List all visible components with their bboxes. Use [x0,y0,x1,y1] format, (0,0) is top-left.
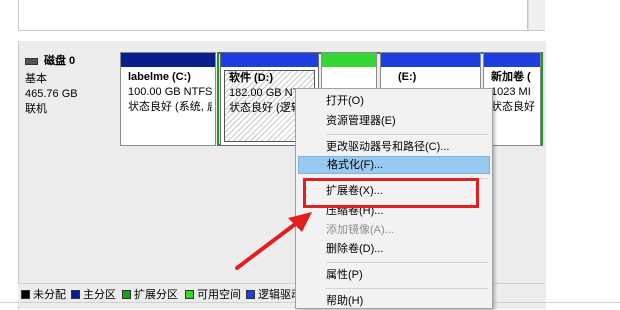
partition-size: 100.00 GB NTFS [128,86,212,98]
legend-unallocated: 未分配 [21,288,66,302]
disk-icon [25,58,38,65]
list-border-bottom [18,30,545,31]
partition-c-bar [121,53,215,67]
partition-d-bar [221,53,318,67]
menu-item-explore[interactable]: 资源管理器(E) [298,112,490,130]
partition-label: 新加卷 ( [491,71,531,83]
partition-new-bar [484,53,540,67]
annotation-highlight-box [303,178,479,208]
menu-item-help[interactable]: 帮助(H) [298,292,490,310]
disk-name: 磁盘 0 [44,55,76,67]
list-border-left [18,0,19,31]
legend-swatch [185,290,194,299]
partition-e-bar [381,53,480,67]
partition-status: 状态良好 [491,101,535,113]
free-space-bar [322,53,376,67]
disk-type: 基本 [25,73,47,85]
legend-extended: 扩展分区 [122,288,178,302]
partition-label: 软件 (D:) [229,72,273,84]
legend-swatch [21,290,30,299]
disk-0-header[interactable]: 磁盘 0 基本 465.76 GB 联机 [19,49,119,149]
legend-swatch [246,290,255,299]
menu-separator [326,262,488,263]
partition-label: (E:) [398,71,417,83]
volume-list-pane [0,0,620,40]
disk-size: 465.76 GB [25,88,78,100]
legend-swatch [122,290,131,299]
menu-item-format[interactable]: 格式化(F)... [298,156,490,174]
menu-item-change-drive-letter[interactable]: 更改驱动器号和路径(C)... [298,138,490,156]
menu-item-add-mirror: 添加镜像(A)... [326,224,394,236]
menu-item-open[interactable]: 打开(O) [298,92,490,110]
legend-free: 可用空间 [185,288,241,302]
legend-primary: 主分区 [71,288,116,302]
menu-separator [326,288,488,289]
menu-separator [326,134,488,135]
menu-item-delete-volume[interactable]: 删除卷(D)... [298,240,490,258]
partition-c[interactable]: labelme (C:) 100.00 GB NTFS 状态良好 (系统, 启 [120,52,216,146]
menu-item-properties[interactable]: 属性(P) [298,266,490,284]
legend-swatch [71,290,80,299]
partition-label: labelme (C:) [128,71,191,83]
disk-status: 联机 [25,103,47,115]
partition-status: 状态良好 (系统, 启 [128,101,212,113]
list-scrollbar[interactable] [528,0,545,31]
partition-size: 1023 MI [491,86,531,98]
